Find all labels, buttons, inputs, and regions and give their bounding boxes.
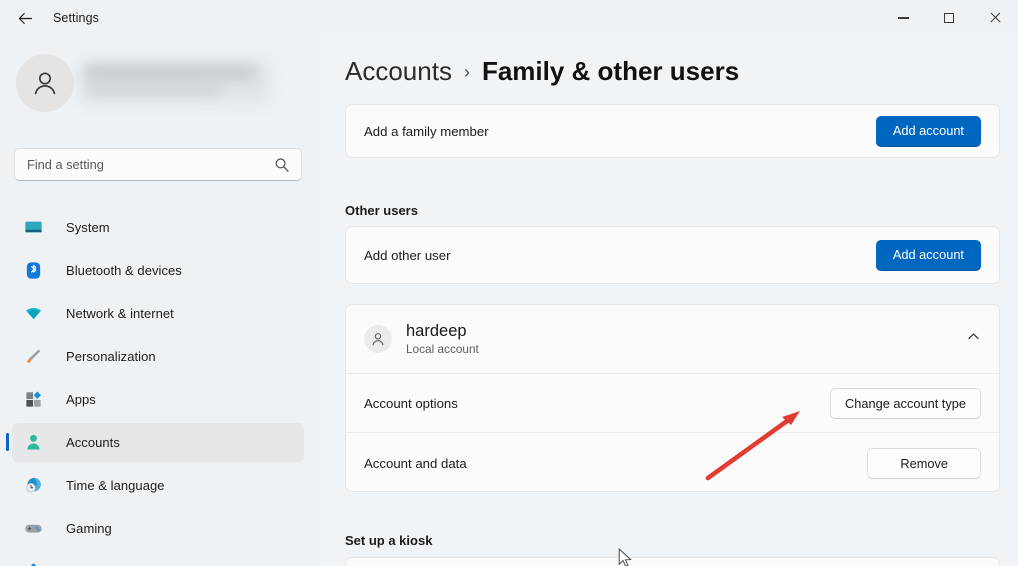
user-name-redacted (82, 59, 277, 107)
sidebar-item-label: Bluetooth & devices (66, 263, 182, 278)
close-icon (989, 12, 1001, 24)
apps-icon (22, 390, 44, 410)
sidebar-item-apps[interactable]: Apps (12, 380, 304, 419)
sidebar-item-label: Apps (66, 392, 96, 407)
breadcrumb: Accounts › Family & other users (345, 56, 739, 87)
maximize-icon (944, 13, 954, 23)
person-avatar-icon (372, 333, 384, 346)
app-title: Settings (53, 11, 99, 25)
selection-indicator (6, 433, 9, 451)
account-options-label: Account options (364, 395, 458, 411)
breadcrumb-separator-icon: › (463, 62, 470, 82)
user-account-header[interactable]: hardeep Local account (346, 305, 999, 373)
title-bar: Settings (0, 0, 1018, 36)
search-placeholder: Find a setting (27, 157, 104, 172)
other-users-heading: Other users (345, 203, 418, 218)
window-controls (880, 0, 1018, 36)
minimize-icon (897, 17, 909, 19)
account-and-data-label: Account and data (364, 455, 467, 471)
remove-account-button[interactable]: Remove (867, 447, 981, 479)
settings-window: Settings Find a setting System Bluetooth… (0, 0, 1018, 566)
sidebar-item-label: Gaming (66, 521, 112, 536)
account-and-data-row: Account and data Remove (346, 433, 999, 493)
back-arrow-icon (18, 12, 32, 24)
user-profile[interactable] (16, 54, 277, 112)
sidebar: Find a setting System Bluetooth & device… (0, 36, 320, 566)
kiosk-card (345, 557, 1000, 566)
accounts-person-icon (22, 433, 44, 453)
wifi-icon (22, 304, 44, 324)
sidebar-item-accessibility[interactable]: Accessibility (12, 552, 304, 566)
gamepad-icon (22, 519, 44, 539)
mouse-pointer (618, 548, 632, 566)
sidebar-item-gaming[interactable]: Gaming (12, 509, 304, 548)
sidebar-item-accounts[interactable]: Accounts (6, 423, 304, 462)
sidebar-item-personalization[interactable]: Personalization (12, 337, 304, 376)
add-other-user-card: Add other user Add account (345, 226, 1000, 284)
user-account-card: hardeep Local account Account options Ch… (345, 304, 1000, 492)
sidebar-item-label: Network & internet (66, 306, 174, 321)
monitor-icon (22, 218, 44, 238)
back-button[interactable] (8, 3, 42, 33)
sidebar-item-time-language[interactable]: Time & language (12, 466, 304, 505)
minimize-button[interactable] (880, 0, 926, 36)
bluetooth-icon (22, 261, 44, 281)
change-account-type-button[interactable]: Change account type (830, 387, 981, 419)
search-input[interactable]: Find a setting (14, 148, 302, 181)
accessibility-icon (22, 562, 44, 566)
search-icon (275, 158, 289, 172)
page-title: Family & other users (481, 56, 740, 86)
account-options-row: Account options Change account type (346, 374, 999, 432)
sidebar-item-system[interactable]: System (12, 208, 304, 247)
add-family-member-label: Add a family member (364, 123, 489, 139)
sidebar-item-label: Personalization (66, 349, 156, 364)
add-other-user-label: Add other user (364, 247, 451, 263)
clock-globe-icon (22, 476, 44, 496)
close-button[interactable] (972, 0, 1018, 36)
account-name: hardeep (406, 321, 467, 340)
paintbrush-icon (22, 347, 44, 367)
account-type: Local account (406, 342, 479, 357)
chevron-up-icon (968, 333, 979, 340)
kiosk-heading: Set up a kiosk (345, 533, 433, 548)
person-avatar-icon (34, 72, 56, 95)
breadcrumb-parent[interactable]: Accounts (345, 56, 452, 87)
content-area: Accounts › Family & other users Add a fa… (320, 36, 1018, 566)
add-family-account-button[interactable]: Add account (875, 115, 981, 147)
avatar (16, 54, 74, 112)
sidebar-item-label: Accounts (66, 435, 120, 450)
add-family-member-card: Add a family member Add account (345, 104, 1000, 158)
avatar (364, 325, 392, 353)
sidebar-nav: System Bluetooth & devices Network & int… (0, 208, 320, 566)
sidebar-item-network-internet[interactable]: Network & internet (12, 294, 304, 333)
add-other-user-button[interactable]: Add account (875, 239, 981, 271)
maximize-button[interactable] (926, 0, 972, 36)
sidebar-item-label: System (66, 220, 110, 235)
collapse-account-button[interactable] (966, 329, 981, 349)
sidebar-item-bluetooth-devices[interactable]: Bluetooth & devices (12, 251, 304, 290)
sidebar-item-label: Time & language (66, 478, 165, 493)
